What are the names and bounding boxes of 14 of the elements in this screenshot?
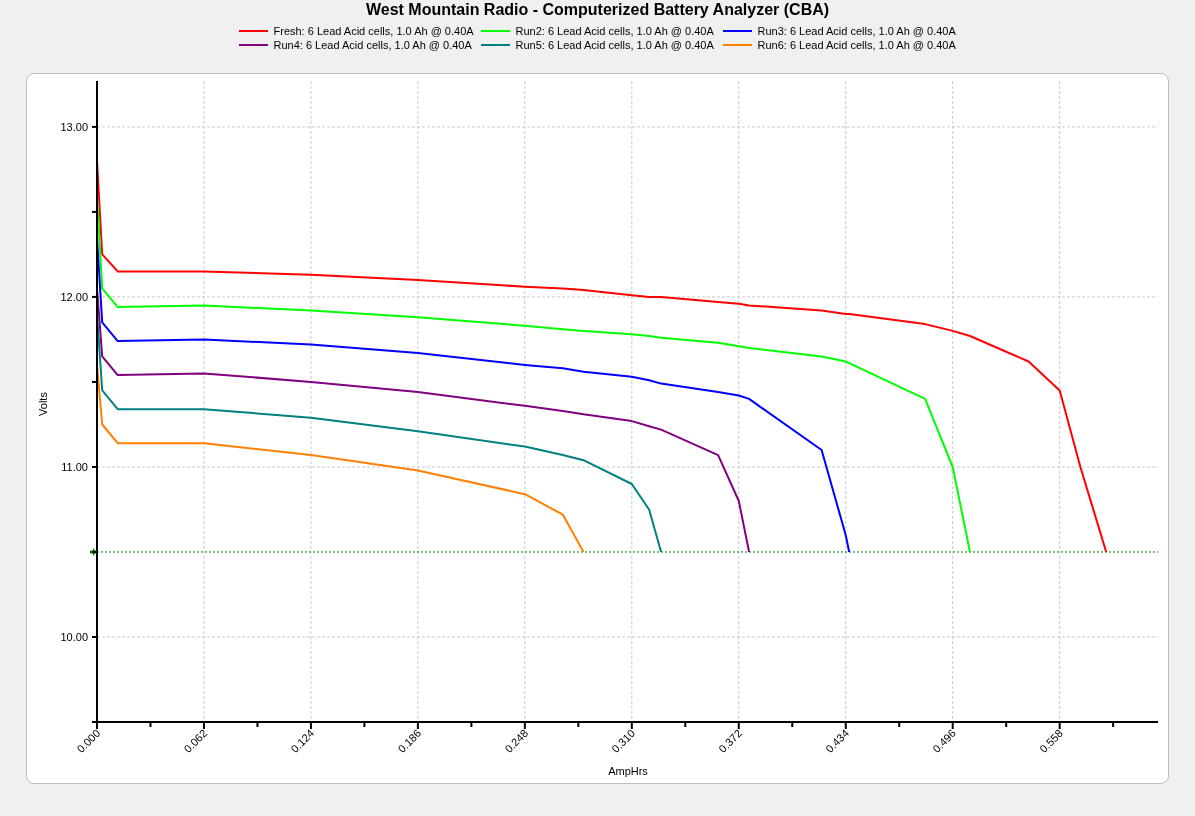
- legend-label: Run2: 6 Lead Acid cells, 1.0 Ah @ 0.40A: [515, 24, 714, 38]
- y-tick-label: 11.00: [61, 460, 88, 473]
- legend-label: Run3: 6 Lead Acid cells, 1.0 Ah @ 0.40A: [757, 24, 956, 38]
- chart-title: West Mountain Radio - Computerized Battery Analyzer (CBA): [365, 0, 830, 19]
- legend-label: Run6: 6 Lead Acid cells, 1.0 Ah @ 0.40A: [757, 38, 956, 52]
- legend-label: Run5: 6 Lead Acid cells, 1.0 Ah @ 0.40A: [515, 38, 714, 52]
- legend-label: Run4: 6 Lead Acid cells, 1.0 Ah @ 0.40A: [273, 38, 472, 52]
- x-axis-title: AmpHrs: [608, 765, 648, 777]
- legend-label: Fresh: 6 Lead Acid cells, 1.0 Ah @ 0.40A: [273, 24, 474, 38]
- y-tick-label: 13.00: [60, 120, 88, 133]
- y-tick-label: 12.00: [60, 290, 88, 303]
- y-axis-title: Volts: [37, 392, 49, 416]
- arrow-icon: [90, 547, 97, 556]
- y-tick-label: 10.00: [60, 631, 88, 643]
